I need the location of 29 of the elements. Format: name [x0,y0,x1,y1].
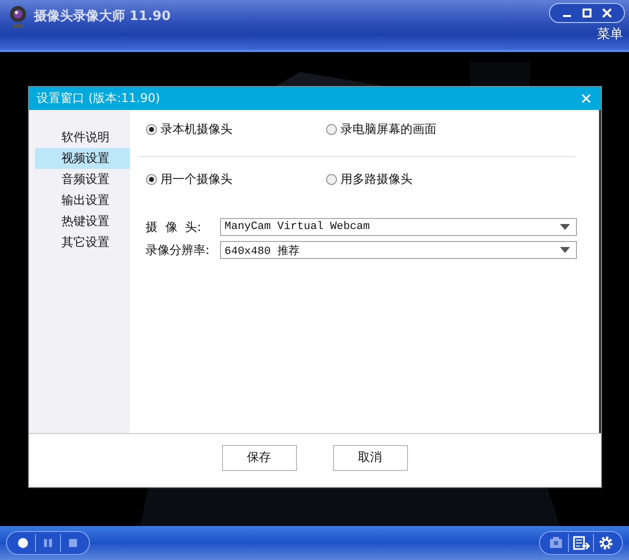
radio-option[interactable]: 录电脑屏幕的画面 [326,121,506,138]
dropdown-field[interactable]: ManyCam Virtual Webcam [220,218,576,236]
sidebar-item[interactable]: 软件说明 [34,127,130,148]
radio-label: 用一个摄像头 [160,171,232,188]
radio-option[interactable]: 录本机摄像头 [146,121,326,138]
dialog-button[interactable]: 保存 [222,444,296,470]
app-title: 摄像头录像大师 11.90 [34,8,171,25]
maximize-icon[interactable] [582,8,592,18]
dropdown-arrow-icon [560,224,570,230]
sidebar-item[interactable]: 热键设置 [34,211,130,232]
field-label: 摄 像 头: [146,218,202,236]
close-icon[interactable] [602,8,612,18]
radio-label: 录电脑屏幕的画面 [340,121,436,138]
camera-lens-icon [8,5,28,29]
radio-option[interactable]: 用一个摄像头 [146,171,326,188]
radio-option[interactable]: 用多路摄像头 [326,171,506,188]
sidebar-item[interactable]: 音频设置 [34,169,130,190]
sidebar-item[interactable]: 输出设置 [34,190,130,211]
sidebar-item[interactable]: 其它设置 [34,232,130,253]
menu-button[interactable]: 菜单 [597,25,623,43]
dialog-title: 设置窗口 (版本:11.90) [36,90,160,107]
field-label: 录像分辨率: [146,242,211,258]
dropdown-arrow-icon [560,247,570,253]
dropdown-field[interactable]: 640x480 推荐 [220,241,576,259]
radio-label: 录本机摄像头 [160,121,232,138]
dialog-button[interactable]: 取消 [332,444,408,470]
export-list-icon[interactable] [571,535,591,551]
sidebar-item[interactable]: 视频设置 [34,148,130,169]
radio-label: 用多路摄像头 [340,171,412,188]
